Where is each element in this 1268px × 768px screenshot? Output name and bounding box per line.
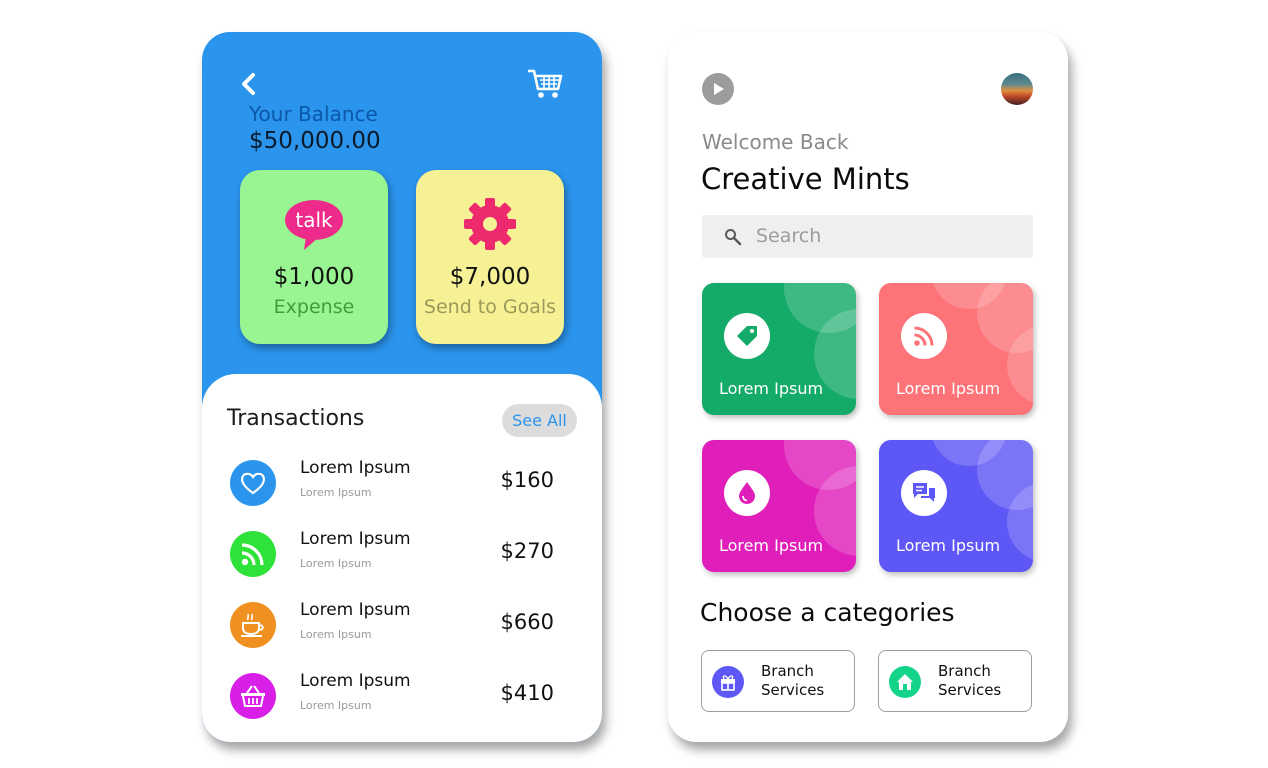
transaction-row[interactable]: Lorem Ipsum Lorem Ipsum $410 bbox=[202, 671, 602, 731]
home-screen: Welcome Back Creative Mints Search Lorem… bbox=[668, 32, 1068, 742]
transaction-subtitle: Lorem Ipsum bbox=[300, 557, 372, 570]
basket-icon bbox=[230, 673, 276, 719]
balance-value: $50,000.00 bbox=[249, 128, 381, 154]
tile-label: Lorem Ipsum bbox=[895, 379, 1001, 398]
transactions-panel: Transactions See All Lorem Ipsum Lorem I… bbox=[202, 374, 602, 742]
goals-label: Send to Goals bbox=[423, 296, 557, 318]
tile-drop[interactable]: Lorem Ipsum bbox=[702, 440, 856, 572]
tag-icon bbox=[724, 313, 770, 359]
chat-icon bbox=[901, 470, 947, 516]
category-label-line2: Services bbox=[761, 681, 825, 699]
coffee-cup-icon bbox=[230, 602, 276, 648]
transaction-subtitle: Lorem Ipsum bbox=[300, 699, 372, 712]
search-input[interactable]: Search bbox=[702, 215, 1033, 258]
transaction-name: Lorem Ipsum bbox=[300, 600, 411, 620]
transaction-subtitle: Lorem Ipsum bbox=[300, 628, 372, 641]
talk-bubble-icon: talk bbox=[285, 200, 343, 250]
gear-icon bbox=[464, 198, 516, 250]
transaction-row[interactable]: Lorem Ipsum Lorem Ipsum $270 bbox=[202, 529, 602, 589]
back-button[interactable] bbox=[238, 72, 260, 96]
transaction-row[interactable]: Lorem Ipsum Lorem Ipsum $160 bbox=[202, 458, 602, 518]
goals-card[interactable]: $7,000 Send to Goals bbox=[416, 170, 564, 344]
category-label: Branch Services bbox=[761, 662, 851, 700]
transaction-amount: $270 bbox=[500, 539, 554, 563]
transactions-title: Transactions bbox=[227, 406, 365, 431]
search-placeholder: Search bbox=[756, 225, 822, 247]
category-label-line1: Branch bbox=[938, 662, 991, 680]
tile-rss[interactable]: Lorem Ipsum bbox=[879, 283, 1033, 415]
expense-label: Expense bbox=[273, 296, 355, 318]
category-label-line1: Branch bbox=[761, 662, 814, 680]
transaction-amount: $410 bbox=[500, 681, 554, 705]
gift-icon bbox=[712, 666, 744, 698]
heart-icon bbox=[230, 460, 276, 506]
transaction-name: Lorem Ipsum bbox=[300, 671, 411, 691]
goals-amount: $7,000 bbox=[449, 264, 531, 290]
expense-amount: $1,000 bbox=[273, 264, 355, 290]
expense-card[interactable]: talk $1,000 Expense bbox=[240, 170, 388, 344]
categories-title: Choose a categories bbox=[700, 598, 955, 627]
balance-label: Your Balance bbox=[249, 102, 378, 126]
welcome-text: Welcome Back bbox=[702, 130, 849, 154]
transaction-amount: $160 bbox=[500, 468, 554, 492]
tile-label: Lorem Ipsum bbox=[718, 536, 824, 555]
drop-icon bbox=[724, 470, 770, 516]
avatar[interactable] bbox=[1001, 73, 1033, 105]
home-icon bbox=[889, 666, 921, 698]
search-icon bbox=[725, 229, 742, 246]
transaction-subtitle: Lorem Ipsum bbox=[300, 486, 372, 499]
play-icon bbox=[714, 83, 724, 95]
category-label-line2: Services bbox=[938, 681, 1002, 699]
category-button-gift[interactable]: Branch Services bbox=[701, 650, 855, 712]
cart-button[interactable] bbox=[526, 68, 564, 100]
cart-icon bbox=[528, 69, 563, 98]
tile-label: Lorem Ipsum bbox=[895, 536, 1001, 555]
rss-icon bbox=[230, 531, 276, 577]
category-label: Branch Services bbox=[938, 662, 1028, 700]
talk-icon-text: talk bbox=[295, 208, 333, 232]
transaction-name: Lorem Ipsum bbox=[300, 529, 411, 549]
tile-tag[interactable]: Lorem Ipsum bbox=[702, 283, 856, 415]
rss-icon bbox=[901, 313, 947, 359]
tile-label: Lorem Ipsum bbox=[718, 379, 824, 398]
category-button-home[interactable]: Branch Services bbox=[878, 650, 1032, 712]
transaction-amount: $660 bbox=[500, 610, 554, 634]
user-name: Creative Mints bbox=[701, 162, 910, 196]
transaction-name: Lorem Ipsum bbox=[300, 458, 411, 478]
transaction-row[interactable]: Lorem Ipsum Lorem Ipsum $660 bbox=[202, 600, 602, 660]
wallet-screen: Your Balance $50,000.00 talk $1,000 Expe… bbox=[202, 32, 602, 742]
see-all-button[interactable]: See All bbox=[502, 404, 577, 437]
chevron-left-icon bbox=[242, 73, 255, 95]
tile-chat[interactable]: Lorem Ipsum bbox=[879, 440, 1033, 572]
play-button[interactable] bbox=[702, 73, 734, 105]
